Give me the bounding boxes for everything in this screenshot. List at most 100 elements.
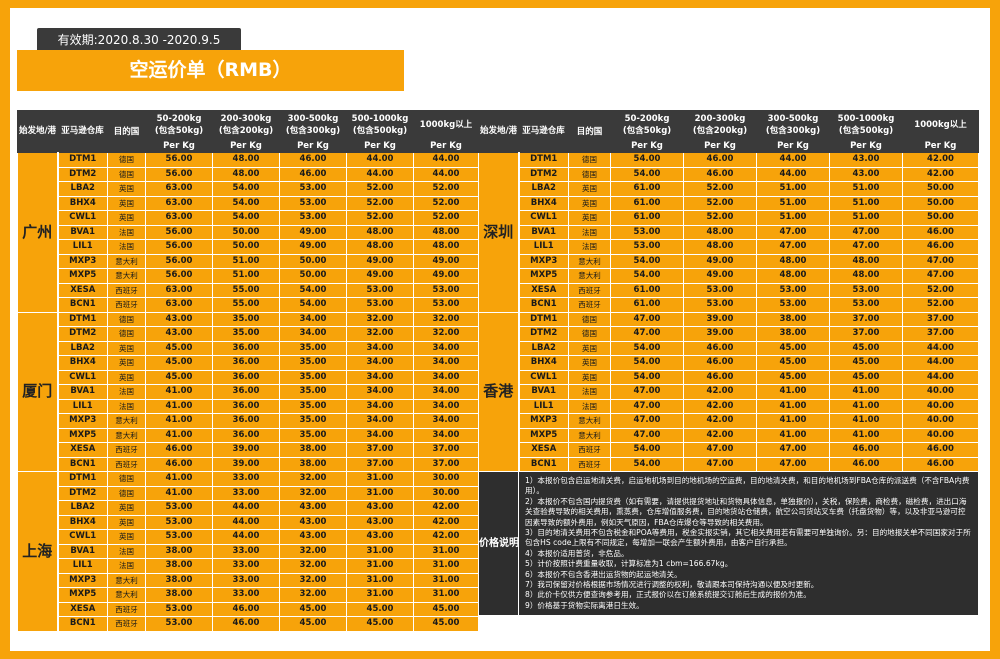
rate-1000-plus: 32.00 (413, 311, 479, 327)
rate-500-1000: 34.00 (346, 413, 414, 429)
warehouse-code: MXP5 (518, 427, 569, 443)
rate-200-300: 55.00 (212, 297, 280, 313)
warehouse-code: XESA (57, 442, 108, 458)
rate-50-200: 61.00 (610, 181, 684, 197)
rate-1000-plus: 40.00 (902, 413, 979, 429)
table-row: 香港 DTM1 德国 47.00 39.00 38.00 37.00 37.00 (478, 311, 979, 472)
warehouse-code: MXP3 (518, 253, 569, 269)
weight-range: 300-500kg (767, 113, 819, 124)
rate-50-200: 53.00 (610, 239, 684, 255)
rate-1000-plus: 44.00 (413, 166, 479, 182)
warehouse-code: MXP3 (57, 253, 108, 269)
table-row: MXP3 意大利 41.00 36.00 35.00 34.00 34.00 (18, 413, 479, 429)
rate-300-500: 48.00 (756, 268, 830, 284)
rate-1000-plus: 52.00 (902, 282, 979, 298)
rate-500-1000: 53.00 (346, 297, 414, 313)
table-row: XESA 西班牙 61.00 53.00 53.00 53.00 52.00 (479, 282, 979, 298)
rate-500-1000: 34.00 (346, 340, 414, 356)
table-row: CWL1 英国 45.00 36.00 35.00 34.00 34.00 (18, 369, 479, 385)
rate-50-200: 54.00 (610, 340, 684, 356)
rate-200-300: 44.00 (212, 529, 280, 545)
rate-500-1000: 53.00 (346, 282, 414, 298)
rate-1000-plus: 49.00 (413, 253, 479, 269)
rate-1000-plus: 37.00 (902, 326, 979, 342)
rate-500-1000: 31.00 (346, 543, 414, 559)
table-row: MXP5 意大利 47.00 42.00 41.00 41.00 40.00 (479, 427, 979, 443)
rate-50-200: 43.00 (145, 326, 213, 342)
destination-country: 德国 (107, 326, 146, 342)
table-row: LBA2 英国 63.00 54.00 53.00 52.00 52.00 (18, 181, 479, 197)
table-header: 始发地/港 亚马逊仓库 目的国 50-200kg (包含50kg) 200-300kg (包… (17, 110, 479, 153)
rate-1000-plus: 34.00 (413, 340, 479, 356)
rate-500-1000: 43.00 (346, 500, 414, 516)
weight-range: 50-200kg (156, 113, 202, 124)
rate-200-300: 44.00 (212, 500, 280, 516)
warehouse-code: BCN1 (518, 297, 569, 313)
rate-300-500: 32.00 (279, 587, 347, 603)
unit-header: Per Kg (683, 138, 757, 153)
warehouse-code: MXP3 (57, 572, 108, 588)
table-row: BHX4 英国 63.00 54.00 53.00 52.00 52.00 (18, 195, 479, 211)
rate-1000-plus: 47.00 (902, 253, 979, 269)
rate-200-300: 39.00 (212, 456, 280, 472)
rate-1000-plus: 46.00 (902, 442, 979, 458)
rate-200-300: 46.00 (212, 616, 280, 632)
rate-1000-plus: 50.00 (902, 210, 979, 226)
weight-range-inclusive: (包含500kg) (838, 125, 894, 136)
warehouse-code: CWL1 (57, 210, 108, 226)
rate-500-1000: 49.00 (346, 268, 414, 284)
weight-tier-header: 300-500kg (包含300kg) (279, 110, 347, 139)
destination-country: 英国 (107, 500, 146, 516)
rate-1000-plus: 40.00 (902, 398, 979, 414)
rate-50-200: 53.00 (145, 616, 213, 632)
table-row: XESA 西班牙 46.00 39.00 38.00 37.00 37.00 (18, 442, 479, 458)
destination-country: 意大利 (107, 413, 146, 429)
rate-50-200: 53.00 (610, 224, 684, 240)
rate-200-300: 46.00 (212, 601, 280, 617)
rate-200-300: 54.00 (212, 195, 280, 211)
rate-1000-plus: 40.00 (902, 427, 979, 443)
destination-country: 英国 (107, 210, 146, 226)
rate-50-200: 56.00 (145, 152, 213, 168)
rate-1000-plus: 32.00 (413, 326, 479, 342)
table-row: BVA1 法国 56.00 50.00 49.00 48.00 48.00 (18, 224, 479, 240)
rate-300-500: 41.00 (756, 398, 830, 414)
weight-range: 200-300kg (220, 113, 272, 124)
rate-1000-plus: 44.00 (902, 369, 979, 385)
unit-header: Per Kg (413, 138, 479, 153)
rate-200-300: 48.00 (683, 239, 757, 255)
table-row: MXP5 意大利 38.00 33.00 32.00 31.00 31.00 (18, 587, 479, 603)
origin-header: 始发地/港 (17, 110, 58, 153)
rate-1000-plus: 37.00 (902, 311, 979, 327)
rate-500-1000: 34.00 (346, 369, 414, 385)
rate-300-500: 32.00 (279, 572, 347, 588)
rate-300-500: 49.00 (279, 224, 347, 240)
destination-country: 英国 (107, 514, 146, 530)
warehouse-code: BHX4 (57, 514, 108, 530)
rate-50-200: 45.00 (145, 355, 213, 371)
rate-200-300: 39.00 (683, 326, 757, 342)
rate-300-500: 35.00 (279, 413, 347, 429)
warehouse-code: MXP5 (57, 587, 108, 603)
table-row: 广州 DTM1 德国 56.00 48.00 46.00 44.00 44.00 (17, 152, 479, 313)
rate-500-1000: 48.00 (829, 253, 903, 269)
warehouse-code: DTM2 (518, 166, 569, 182)
destination-country: 意大利 (107, 572, 146, 588)
rate-1000-plus: 53.00 (413, 282, 479, 298)
table-row: XESA 西班牙 63.00 55.00 54.00 53.00 53.00 (18, 282, 479, 298)
warehouse-code: BHX4 (57, 355, 108, 371)
destination-country: 法国 (107, 543, 146, 559)
rate-200-300: 46.00 (683, 340, 757, 356)
rate-1000-plus: 31.00 (413, 587, 479, 603)
rate-1000-plus: 37.00 (413, 456, 479, 472)
table-body: 广州 DTM1 德国 56.00 48.00 46.00 44.00 44.00 DTM2 德国 5… (17, 152, 479, 632)
weight-range: 500-1000kg (351, 113, 409, 124)
rate-50-200: 53.00 (145, 500, 213, 516)
table-row: BVA1 法国 47.00 42.00 41.00 41.00 40.00 (479, 384, 979, 400)
rate-50-200: 54.00 (610, 355, 684, 371)
rate-500-1000: 53.00 (829, 282, 903, 298)
rate-500-1000: 34.00 (346, 355, 414, 371)
table-row: 深圳 DTM1 德国 54.00 46.00 44.00 43.00 42.00 (478, 152, 979, 313)
rate-200-300: 46.00 (683, 152, 757, 168)
rate-1000-plus: 46.00 (902, 239, 979, 255)
